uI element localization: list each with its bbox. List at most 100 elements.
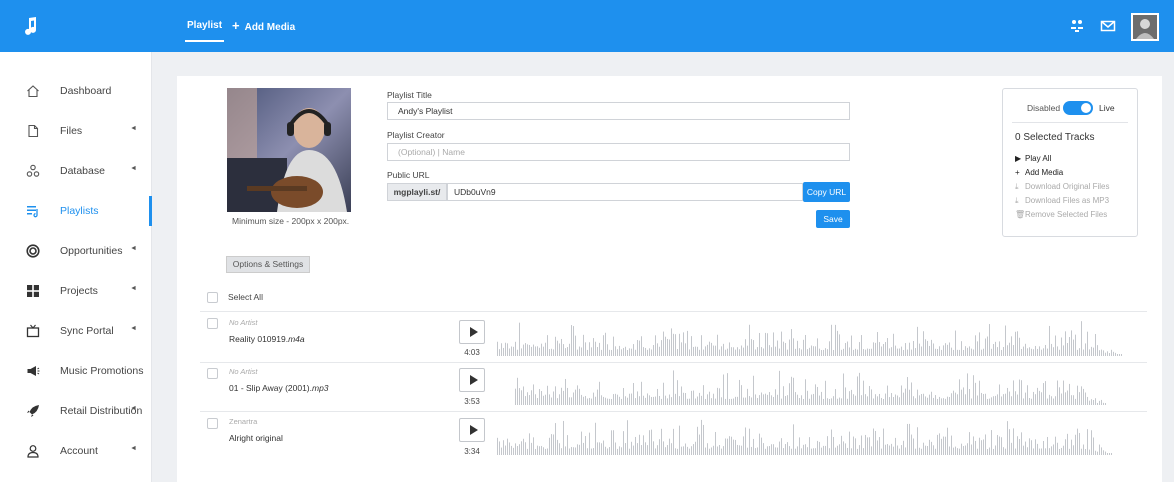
chevron-left-icon: ◄	[130, 165, 137, 172]
sidebar-item-playlists[interactable]: Playlists	[0, 192, 152, 232]
sidebar-item-dashboard[interactable]: Dashboard	[0, 72, 152, 112]
download-mp3-label: Download Files as MP3	[1025, 196, 1110, 205]
waveform[interactable]	[515, 367, 1107, 407]
sidebar-item-projects[interactable]: Projects ◄	[0, 272, 152, 312]
chevron-left-icon: ◄	[130, 245, 137, 252]
select-all-checkbox[interactable]	[207, 292, 218, 303]
sidebar-item-label: Dashboard	[60, 85, 112, 97]
track-artist: No Artist	[229, 318, 258, 327]
play-button[interactable]	[459, 418, 485, 442]
track-duration: 3:53	[464, 397, 480, 406]
sidebar-item-label: Music Promotions	[60, 365, 144, 377]
options-settings-button[interactable]: Options & Settings	[226, 256, 310, 273]
user-icon	[27, 445, 39, 458]
sidebar-item-label: Account	[60, 445, 98, 457]
track-checkbox[interactable]	[207, 368, 218, 379]
copy-url-button[interactable]: Copy URL	[803, 182, 850, 202]
playlist-title-label: Playlist Title	[387, 90, 432, 100]
database-icon	[26, 164, 40, 177]
top-bar: Playlist + Add Media	[0, 0, 1174, 52]
download-original-label: Download Original Files	[1025, 182, 1110, 191]
row-divider	[200, 411, 1147, 412]
sidebar-item-account[interactable]: Account ◄	[0, 432, 152, 472]
panel-divider	[1012, 122, 1128, 123]
download-original-action[interactable]: ⤓ Download Original Files	[1015, 182, 1109, 192]
playlist-title-input[interactable]: Andy's Playlist	[387, 102, 850, 120]
remove-selected-action[interactable]: 🗑Remove Selected Files	[1015, 210, 1107, 219]
download-icon: ⤓	[1015, 196, 1019, 205]
play-icon: ▶	[1015, 154, 1022, 163]
track-artist: No Artist	[229, 367, 258, 376]
download-mp3-action[interactable]: ⤓ Download Files as MP3	[1015, 196, 1109, 206]
track-checkbox[interactable]	[207, 418, 218, 429]
track-duration: 4:03	[464, 348, 480, 357]
track-name: Reality 010919.m4a	[229, 334, 305, 344]
public-url-label: Public URL	[387, 170, 430, 180]
users-icon[interactable]	[1069, 18, 1085, 34]
sidebar-item-opportunities[interactable]: Opportunities ◄	[0, 232, 152, 272]
save-button[interactable]: Save	[816, 210, 850, 228]
plus-icon: +	[232, 18, 240, 33]
sidebar-item-retail-distribution[interactable]: Retail Distribution ◄	[0, 392, 152, 432]
tab-playlist[interactable]: Playlist	[184, 0, 225, 52]
select-all-label: Select All	[228, 292, 263, 302]
music-note-logo-icon[interactable]	[20, 14, 44, 38]
playlist-creator-label: Playlist Creator	[387, 130, 445, 140]
sidebar-item-files[interactable]: Files ◄	[0, 112, 152, 152]
play-button[interactable]	[459, 368, 485, 392]
play-button[interactable]	[459, 320, 485, 344]
track-duration: 3:34	[464, 447, 480, 456]
add-media-action[interactable]: + Add Media	[1015, 168, 1063, 177]
sidebar-item-label: Projects	[60, 285, 98, 297]
avatar[interactable]	[1131, 13, 1159, 41]
download-icon: ⤓	[1015, 182, 1019, 191]
waveform[interactable]	[497, 318, 1122, 358]
track-artist: Zenartra	[229, 417, 258, 426]
play-all-label: Play All	[1025, 154, 1052, 163]
tab-add-media[interactable]: + Add Media	[232, 0, 295, 52]
mail-icon[interactable]	[1100, 18, 1116, 34]
playlist-creator-input[interactable]: (Optional) | Name	[387, 143, 850, 161]
live-toggle[interactable]	[1063, 101, 1093, 115]
url-prefix: mgplayli.st/	[387, 183, 447, 201]
sidebar-item-label: Opportunities	[60, 245, 123, 257]
sidebar-item-label: Database	[60, 165, 105, 177]
sidebar-item-database[interactable]: Database ◄	[0, 152, 152, 192]
home-icon	[27, 85, 39, 98]
public-url-input[interactable]: UDb0uVn9	[447, 183, 803, 201]
sidebar-item-label: Playlists	[60, 205, 99, 217]
rocket-icon	[27, 405, 39, 417]
track-name: 01 - Slip Away (2001).mp3	[229, 383, 329, 393]
playlist-cover-image[interactable]	[227, 88, 351, 212]
track-checkbox[interactable]	[207, 318, 218, 329]
target-icon	[26, 244, 40, 258]
playlist-icon	[27, 206, 38, 218]
add-media-label: Add Media	[1025, 168, 1064, 177]
waveform[interactable]	[497, 417, 1113, 457]
grid-icon	[27, 285, 39, 297]
chevron-left-icon: ◄	[130, 285, 137, 292]
megaphone-icon	[27, 366, 40, 376]
chevron-left-icon: ◄	[130, 405, 137, 412]
chevron-left-icon: ◄	[130, 125, 137, 132]
tab-add-media-label: Add Media	[244, 22, 296, 33]
play-all-action[interactable]: ▶ Play All	[1015, 154, 1051, 163]
sidebar-item-sync-portal[interactable]: Sync Portal ◄	[0, 312, 152, 352]
sidebar: Dashboard Files ◄ Database ◄ Playlists O…	[0, 52, 152, 482]
row-divider	[200, 311, 1147, 312]
tv-icon	[26, 324, 40, 338]
chevron-left-icon: ◄	[130, 445, 137, 452]
chevron-left-icon: ◄	[130, 325, 137, 332]
plus-icon: +	[1015, 168, 1020, 177]
sidebar-item-label: Files	[60, 125, 83, 137]
track-name: Alright original	[229, 433, 283, 443]
row-divider	[200, 362, 1147, 363]
disabled-label: Disabled	[1027, 103, 1061, 113]
trash-icon: 🗑	[1015, 210, 1026, 219]
file-icon	[28, 124, 39, 138]
cover-size-hint: Minimum size - 200px x 200px.	[232, 216, 350, 226]
selected-tracks-count: 0 Selected Tracks	[1015, 132, 1095, 143]
sidebar-item-label: Sync Portal	[60, 325, 114, 337]
live-label: Live	[1099, 103, 1115, 113]
sidebar-item-music-promotions[interactable]: Music Promotions	[0, 352, 152, 392]
